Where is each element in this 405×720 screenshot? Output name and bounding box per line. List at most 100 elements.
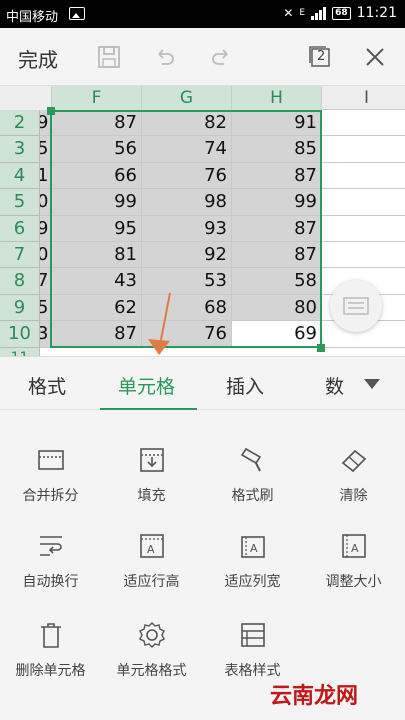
tool-table-style-button[interactable]: 表格样式 <box>202 590 303 680</box>
cell-g[interactable]: 92 <box>142 242 232 269</box>
redo-icon[interactable] <box>206 42 236 72</box>
done-button[interactable]: 完成 <box>18 44 58 73</box>
eraser-icon <box>339 445 369 475</box>
tab-data[interactable]: 数 <box>325 372 344 399</box>
tool-label: 适应列宽 <box>224 574 281 590</box>
keyboard-toggle-button[interactable] <box>330 280 382 332</box>
cell-h[interactable]: 87 <box>232 242 322 269</box>
cell-e-partial[interactable]: 5 <box>40 294 52 322</box>
tool-resize-button[interactable]: A 调整大小 <box>303 501 404 591</box>
resize-icon: A <box>339 531 369 561</box>
row-header[interactable]: 8 <box>0 268 40 295</box>
cell-h[interactable]: 87 <box>232 215 322 242</box>
column-header-row: F G H I <box>0 86 405 110</box>
keyboard-icon <box>343 297 369 315</box>
cell-i[interactable] <box>322 162 405 190</box>
cell-h[interactable]: 99 <box>232 189 322 216</box>
row-header[interactable]: 2 <box>0 110 40 137</box>
tool-fit-row-height-button[interactable]: A 适应行高 <box>101 501 202 591</box>
tab-cell[interactable]: 单元格 <box>118 372 175 399</box>
cell-e-partial[interactable]: 0 <box>40 242 52 269</box>
ribbon-tabs: 格式 单元格 插入 数 <box>0 356 405 411</box>
editor-toolbar: 完成 2 <box>0 28 405 86</box>
selection-handle-top[interactable] <box>47 107 55 115</box>
cell-f[interactable]: 87 <box>52 321 142 348</box>
watermark: 云南龙网 <box>270 683 359 709</box>
tool-wrap-text-button[interactable]: 自动换行 <box>0 501 101 591</box>
pages-icon[interactable]: 2 <box>305 42 335 72</box>
cell-i[interactable] <box>322 110 405 137</box>
cell-f[interactable]: 66 <box>52 162 142 190</box>
cell-e-partial[interactable]: 7 <box>40 268 52 295</box>
tool-format-painter-button[interactable]: 格式刷 <box>202 415 303 505</box>
carrier-name: 中国移动 <box>6 10 59 25</box>
tool-fit-column-width-button[interactable]: A 适应列宽 <box>202 501 303 591</box>
tab-insert[interactable]: 插入 <box>226 372 264 399</box>
row-header[interactable]: 5 <box>0 189 40 216</box>
tool-label: 自动换行 <box>22 574 79 590</box>
column-header-g[interactable]: G <box>142 86 232 110</box>
close-icon[interactable] <box>360 42 390 72</box>
cell-i[interactable] <box>322 215 405 242</box>
tool-eraser-button[interactable]: 清除 <box>303 415 404 505</box>
cell-f[interactable]: 56 <box>52 136 142 163</box>
cell-f[interactable]: 81 <box>52 242 142 269</box>
cell-i[interactable] <box>322 136 405 163</box>
cell-f[interactable]: 87 <box>52 110 142 137</box>
tool-cell-format-button[interactable]: 单元格格式 <box>101 590 202 680</box>
cell-e-partial[interactable]: 0 <box>40 189 52 216</box>
cell-f[interactable]: 95 <box>52 215 142 242</box>
column-header-i[interactable]: I <box>322 86 405 110</box>
cell-h[interactable]: 87 <box>232 162 322 190</box>
row-header[interactable]: 9 <box>0 294 40 322</box>
cell-h[interactable]: 80 <box>232 294 322 322</box>
save-icon[interactable] <box>94 42 124 72</box>
battery-icon: 68 <box>332 6 351 20</box>
cell-e-partial[interactable]: 3 <box>40 321 52 348</box>
clock: 11:21 <box>356 5 397 21</box>
cell-g[interactable]: 76 <box>142 162 232 190</box>
cell-h[interactable]: 69 <box>232 321 322 348</box>
tool-delete-cell-button[interactable]: 删除单元格 <box>0 590 101 680</box>
tab-format[interactable]: 格式 <box>28 372 66 399</box>
cell-g[interactable]: 93 <box>142 215 232 242</box>
cell-i[interactable] <box>322 242 405 269</box>
format-painter-icon <box>238 445 268 475</box>
column-header-f[interactable]: F <box>52 86 142 110</box>
cell-h[interactable]: 85 <box>232 136 322 163</box>
undo-icon[interactable] <box>150 42 180 72</box>
cell-e-partial[interactable]: 9 <box>40 215 52 242</box>
cell-i[interactable] <box>322 189 405 216</box>
spreadsheet-grid[interactable]: F G H I 29878291355674854166768750999899… <box>0 86 405 356</box>
fill-icon <box>137 445 167 475</box>
mute-icon: ✕ <box>283 6 294 20</box>
svg-text:A: A <box>147 543 155 556</box>
corner-cell[interactable] <box>0 86 52 110</box>
row-header[interactable]: 10 <box>0 321 40 348</box>
cell-g[interactable]: 98 <box>142 189 232 216</box>
row-header[interactable]: 11 <box>0 347 40 356</box>
cell-g[interactable]: 82 <box>142 110 232 137</box>
row-header[interactable]: 4 <box>0 162 40 190</box>
cell-h[interactable]: 58 <box>232 268 322 295</box>
cell-f[interactable]: 99 <box>52 189 142 216</box>
cell-e-partial[interactable]: 1 <box>40 162 52 190</box>
column-header-h[interactable]: H <box>232 86 322 110</box>
tool-fill-button[interactable]: 填充 <box>101 415 202 505</box>
status-bar: 中国移动 ✕ E 68 11:21 <box>0 0 405 28</box>
selection-handle-bottom[interactable] <box>317 344 325 352</box>
page-count: 2 <box>317 49 326 64</box>
row-header[interactable]: 7 <box>0 242 40 269</box>
cell-h[interactable]: 91 <box>232 110 322 137</box>
row-header[interactable]: 6 <box>0 215 40 242</box>
tool-label: 表格样式 <box>224 663 281 679</box>
row-header[interactable]: 3 <box>0 136 40 163</box>
tool-label: 适应行高 <box>123 574 180 590</box>
tool-label: 单元格格式 <box>116 663 187 679</box>
cell-e-partial[interactable]: 5 <box>40 136 52 163</box>
cell-f[interactable]: 62 <box>52 294 142 322</box>
tool-merge-split-button[interactable]: 合并拆分 <box>0 415 101 505</box>
tabs-dropdown-icon[interactable] <box>364 379 380 389</box>
cell-f[interactable]: 43 <box>52 268 142 295</box>
cell-g[interactable]: 74 <box>142 136 232 163</box>
